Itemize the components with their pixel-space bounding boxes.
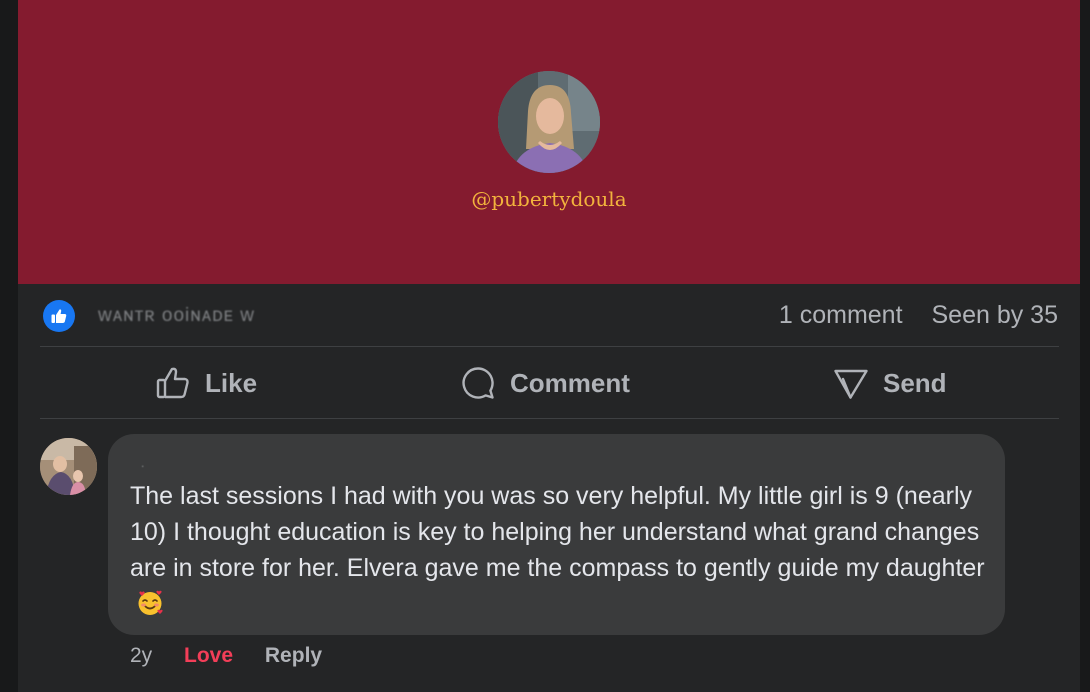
- post-banner[interactable]: @pubertydoula: [18, 0, 1080, 284]
- commenter-name[interactable]: .: [141, 456, 144, 470]
- reactions-bar: ᴡᴀɴᴛʀ ooiɴᴀᴅᴇ ᴡ 1 comment Seen by 35: [18, 285, 1080, 347]
- send-icon: [834, 369, 868, 399]
- comment-text: The last sessions I had with you was so …: [130, 478, 990, 622]
- profile-photo: [498, 71, 600, 173]
- app-frame: @pubertydoula ᴡᴀɴᴛʀ ooiɴᴀᴅᴇ ᴡ 1 comment …: [0, 0, 1090, 692]
- comment-bubble: . The last sessions I had with you was s…: [108, 434, 1005, 635]
- thumbs-up-icon: [51, 309, 67, 323]
- comment-timestamp[interactable]: 2y: [130, 644, 152, 667]
- like-label: Like: [205, 367, 258, 398]
- love-button[interactable]: Love: [184, 644, 233, 667]
- speech-bubble-icon: [462, 367, 494, 399]
- comment-button[interactable]: Comment: [460, 348, 630, 418]
- post-actions: Like Comment Send: [40, 348, 1059, 418]
- stats-right: 1 comment Seen by 35: [779, 301, 1058, 330]
- commenter-avatar[interactable]: [40, 438, 97, 495]
- smiling-face-with-hearts-icon: [138, 590, 163, 615]
- comment-label: Comment: [510, 367, 630, 398]
- divider-top: [40, 346, 1059, 347]
- send-label: Send: [883, 367, 947, 398]
- seen-by-count[interactable]: Seen by 35: [932, 301, 1059, 329]
- like-reaction-icon[interactable]: [43, 300, 75, 332]
- comment-body: The last sessions I had with you was so …: [130, 482, 985, 582]
- thumbs-up-outline-icon: [156, 367, 189, 399]
- reactors-names[interactable]: ᴡᴀɴᴛʀ ooiɴᴀᴅᴇ ᴡ: [98, 305, 255, 327]
- divider-bottom: [40, 418, 1059, 419]
- profile-handle: @pubertydoula: [471, 187, 627, 211]
- comment-meta: 2y Love Reply: [130, 644, 348, 668]
- reply-button[interactable]: Reply: [265, 644, 322, 667]
- post-card: @pubertydoula ᴡᴀɴᴛʀ ooiɴᴀᴅᴇ ᴡ 1 comment …: [18, 0, 1080, 692]
- send-button[interactable]: Send: [833, 348, 947, 418]
- comment-count[interactable]: 1 comment: [779, 301, 903, 329]
- like-button[interactable]: Like: [155, 348, 257, 418]
